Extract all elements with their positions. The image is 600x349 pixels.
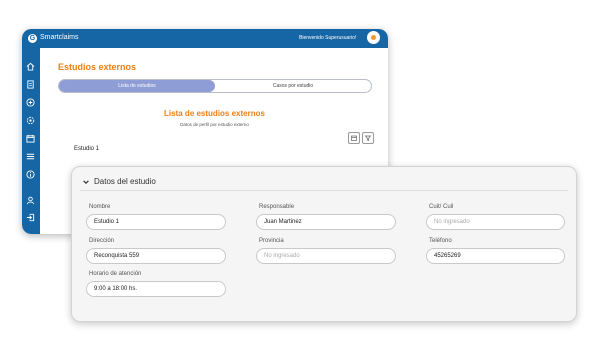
document-icon[interactable] xyxy=(26,80,35,89)
card-header[interactable]: Datos del estudio xyxy=(82,177,156,186)
user-icon[interactable] xyxy=(26,196,35,205)
card-title: Datos del estudio xyxy=(94,177,156,186)
provincia-field[interactable]: No ingresado xyxy=(256,248,396,264)
calendar-icon xyxy=(351,135,357,141)
home-icon[interactable] xyxy=(26,62,35,71)
direccion-field[interactable]: Reconquista 559 xyxy=(86,248,226,264)
tab-casos-por-estudio[interactable]: Casos por estudio xyxy=(215,80,371,92)
avatar[interactable] xyxy=(367,31,380,44)
tab-lista-de-estudios[interactable]: Lista de estudios xyxy=(59,80,215,92)
responsable-field[interactable]: Juan Martinez xyxy=(256,214,396,230)
direccion-label: Dirección xyxy=(89,238,115,244)
horario-label: Horario de atención xyxy=(89,271,142,277)
list-icon[interactable] xyxy=(26,152,35,161)
add-circle-icon[interactable] xyxy=(26,98,35,107)
nombre-label: Nombre xyxy=(89,204,111,210)
telefono-field[interactable]: 45265269 xyxy=(426,248,565,264)
settings-icon[interactable] xyxy=(26,116,35,125)
list-item[interactable]: Estudio 1 xyxy=(74,146,99,152)
tab-bar: Lista de estudios Casos por estudio xyxy=(58,79,372,93)
cuit-label: Cuit/ Cuil xyxy=(429,204,454,210)
sidebar xyxy=(22,48,40,234)
calendar-icon[interactable] xyxy=(26,134,35,143)
filter-button[interactable] xyxy=(362,132,374,144)
provincia-label: Provincia xyxy=(259,238,284,244)
brand-logo-icon: G xyxy=(28,33,37,43)
page-title: Estudios externos xyxy=(58,62,137,72)
telefono-label: Teléfono xyxy=(429,238,452,244)
detail-card: Datos del estudio Nombre Estudio 1 Respo… xyxy=(71,166,577,322)
divider xyxy=(80,190,568,191)
chevron-down-icon xyxy=(83,179,89,184)
list-title: Lista de estudios externos xyxy=(164,109,265,118)
logout-icon[interactable] xyxy=(26,213,35,222)
cuit-field[interactable]: No ingresado xyxy=(426,214,565,230)
info-icon[interactable] xyxy=(26,170,35,179)
welcome-text: Bienvenido Superusuario! xyxy=(299,35,357,41)
filter-icon xyxy=(364,135,372,142)
nombre-field[interactable]: Estudio 1 xyxy=(86,214,226,230)
brand-name: Smartclaims xyxy=(40,34,79,41)
list-subtitle: Datos de perfil por estudio externo xyxy=(180,122,249,127)
calendar-filter-button[interactable] xyxy=(348,132,360,144)
horario-field[interactable]: 9:00 a 18:00 hs. xyxy=(86,281,226,297)
brand[interactable]: G Smartclaims xyxy=(28,32,79,44)
top-bar: G Smartclaims Bienvenido Superusuario! xyxy=(22,29,388,48)
responsable-label: Responsable xyxy=(259,204,295,210)
